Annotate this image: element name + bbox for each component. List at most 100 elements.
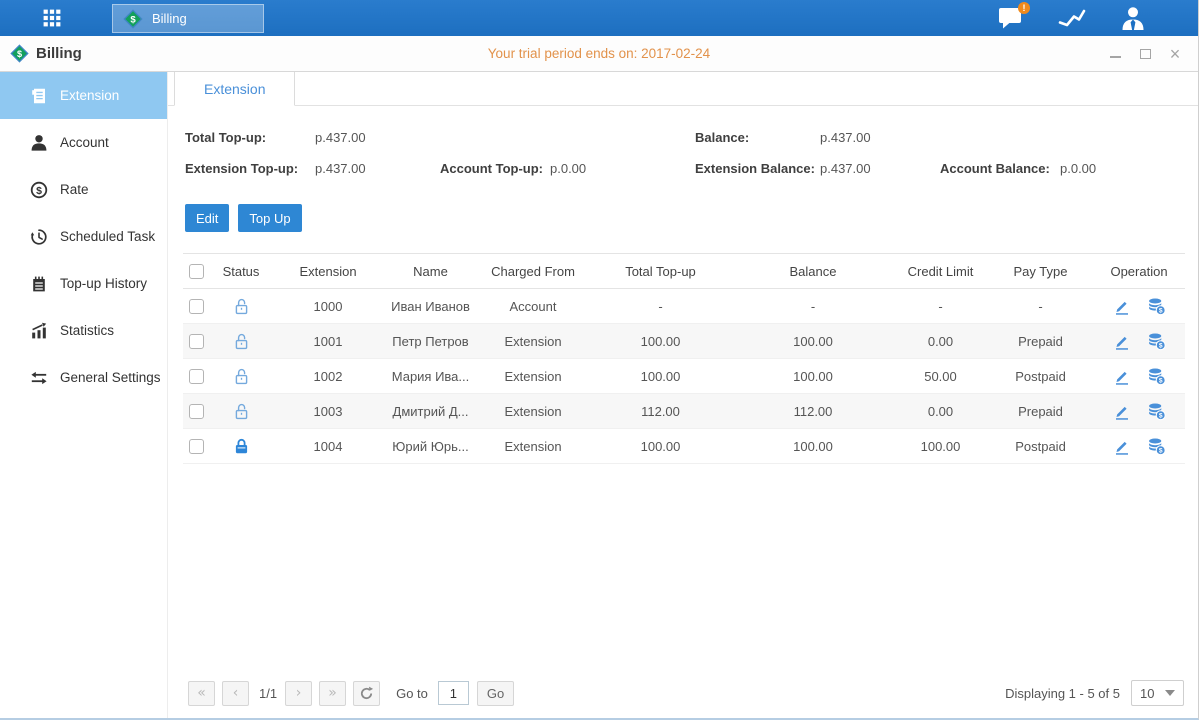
- col-status: Status: [209, 254, 273, 289]
- transfer-arrows-icon: [30, 369, 48, 387]
- sidebar-item-general-settings[interactable]: General Settings: [0, 354, 167, 401]
- sidebar-item-topup-history[interactable]: Top-up History: [0, 260, 167, 307]
- history-clock-icon: [30, 228, 48, 246]
- taskbar-tab-label: Billing: [152, 11, 187, 26]
- table-header-row: Status Extension Name Charged From Total…: [183, 254, 1185, 289]
- page-indicator: 1/1: [259, 686, 277, 701]
- select-all-checkbox[interactable]: [189, 264, 204, 279]
- account-topup-label: Account Top-up:: [440, 161, 543, 176]
- window-title: Billing: [36, 45, 82, 62]
- go-button[interactable]: Go: [477, 681, 514, 706]
- sidebar-item-statistics[interactable]: Statistics: [0, 307, 167, 354]
- col-balance: Balance: [733, 254, 893, 289]
- top-up-coins-icon[interactable]: [1147, 297, 1166, 316]
- cell-total-topup: 100.00: [588, 359, 733, 394]
- close-button[interactable]: ×: [1168, 47, 1182, 61]
- row-checkbox[interactable]: [189, 299, 204, 314]
- person-icon: [30, 134, 48, 152]
- cell-extension: 1004: [273, 429, 383, 464]
- row-checkbox[interactable]: [189, 369, 204, 384]
- minimize-icon: [1110, 56, 1121, 58]
- double-chevron-left-icon: «: [197, 685, 206, 701]
- app-grid-button[interactable]: [34, 0, 70, 36]
- cell-total-topup: 100.00: [588, 324, 733, 359]
- sidebar-item-label: Top-up History: [60, 276, 147, 291]
- cell-pay-type: Prepaid: [988, 324, 1093, 359]
- cell-credit-limit: 0.00: [893, 324, 988, 359]
- refresh-button[interactable]: [353, 681, 380, 706]
- goto-page-input[interactable]: [438, 681, 469, 705]
- sidebar-item-rate[interactable]: Rate: [0, 166, 167, 213]
- toolbar: Edit Top Up: [185, 204, 1198, 232]
- top-up-coins-icon[interactable]: [1147, 367, 1166, 386]
- row-checkbox[interactable]: [189, 334, 204, 349]
- cell-extension: 1000: [273, 289, 383, 324]
- cell-balance: 100.00: [733, 324, 893, 359]
- cell-name: Петр Петров: [383, 324, 478, 359]
- prev-page-button[interactable]: ‹: [222, 681, 249, 706]
- cell-charged-from: Extension: [478, 324, 588, 359]
- cell-extension: 1001: [273, 324, 383, 359]
- sidebar-item-label: Rate: [60, 182, 89, 197]
- sidebar-item-scheduled-task[interactable]: Scheduled Task: [0, 213, 167, 260]
- extension-balance-label: Extension Balance:: [695, 161, 815, 176]
- next-page-button[interactable]: ›: [285, 681, 312, 706]
- balance-summary: Total Top-up: p.437.00 Balance: p.437.00…: [168, 122, 1198, 188]
- sidebar-item-label: Account: [60, 135, 109, 150]
- cell-total-topup: -: [588, 289, 733, 324]
- cell-credit-limit: 100.00: [893, 429, 988, 464]
- cell-pay-type: Postpaid: [988, 359, 1093, 394]
- cell-credit-limit: -: [893, 289, 988, 324]
- edit-pencil-icon[interactable]: [1112, 367, 1131, 386]
- billing-dollar-diamond-icon: [123, 9, 143, 29]
- col-extension: Extension: [273, 254, 383, 289]
- cell-pay-type: Prepaid: [988, 394, 1093, 429]
- table-row: 1004 Юрий Юрь... Extension 100.00 100.00…: [183, 429, 1185, 464]
- extension-table: Status Extension Name Charged From Total…: [183, 253, 1185, 464]
- main-content: Extension Total Top-up: p.437.00 Balance…: [168, 72, 1198, 718]
- top-up-coins-icon[interactable]: [1147, 437, 1166, 456]
- cell-total-topup: 100.00: [588, 429, 733, 464]
- top-up-button[interactable]: Top Up: [238, 204, 301, 232]
- displaying-text: Displaying 1 - 5 of 5: [1005, 686, 1120, 701]
- total-topup-value: p.437.00: [315, 130, 366, 145]
- cell-charged-from: Extension: [478, 359, 588, 394]
- sidebar-item-account[interactable]: Account: [0, 119, 167, 166]
- page-size-value: 10: [1140, 686, 1154, 701]
- page-size-select[interactable]: 10: [1131, 680, 1184, 706]
- top-up-coins-icon[interactable]: [1147, 402, 1166, 421]
- edit-pencil-icon[interactable]: [1112, 297, 1131, 316]
- cell-name: Юрий Юрь...: [383, 429, 478, 464]
- top-up-coins-icon[interactable]: [1147, 332, 1166, 351]
- edit-button[interactable]: Edit: [185, 204, 229, 232]
- minimize-button[interactable]: [1108, 47, 1122, 61]
- cell-balance: 112.00: [733, 394, 893, 429]
- maximize-button[interactable]: [1138, 47, 1152, 61]
- taskbar-tab-billing[interactable]: Billing: [112, 4, 264, 33]
- double-chevron-right-icon: »: [328, 685, 337, 701]
- goto-label: Go to: [396, 686, 428, 701]
- edit-pencil-icon[interactable]: [1112, 402, 1131, 421]
- first-page-button[interactable]: «: [188, 681, 215, 706]
- messages-button[interactable]: !: [998, 6, 1024, 30]
- col-credit-limit: Credit Limit: [893, 254, 988, 289]
- account-balance-label: Account Balance:: [940, 161, 1050, 176]
- line-chart-icon: [1058, 7, 1086, 29]
- cell-extension: 1002: [273, 359, 383, 394]
- tab-extension[interactable]: Extension: [174, 71, 295, 106]
- cell-pay-type: -: [988, 289, 1093, 324]
- row-checkbox[interactable]: [189, 404, 204, 419]
- sidebar-item-extension[interactable]: Extension: [0, 72, 167, 119]
- account-menu-button[interactable]: [1120, 6, 1146, 30]
- last-page-button[interactable]: »: [319, 681, 346, 706]
- dollar-coin-icon: [30, 181, 48, 199]
- monitor-button[interactable]: [1058, 7, 1086, 29]
- edit-pencil-icon[interactable]: [1112, 332, 1131, 351]
- edit-pencil-icon[interactable]: [1112, 437, 1131, 456]
- billing-dollar-diamond-icon: [10, 44, 29, 63]
- unlock-icon: [232, 402, 251, 421]
- cell-credit-limit: 50.00: [893, 359, 988, 394]
- cell-name: Мария Ива...: [383, 359, 478, 394]
- row-checkbox[interactable]: [189, 439, 204, 454]
- cell-charged-from: Extension: [478, 394, 588, 429]
